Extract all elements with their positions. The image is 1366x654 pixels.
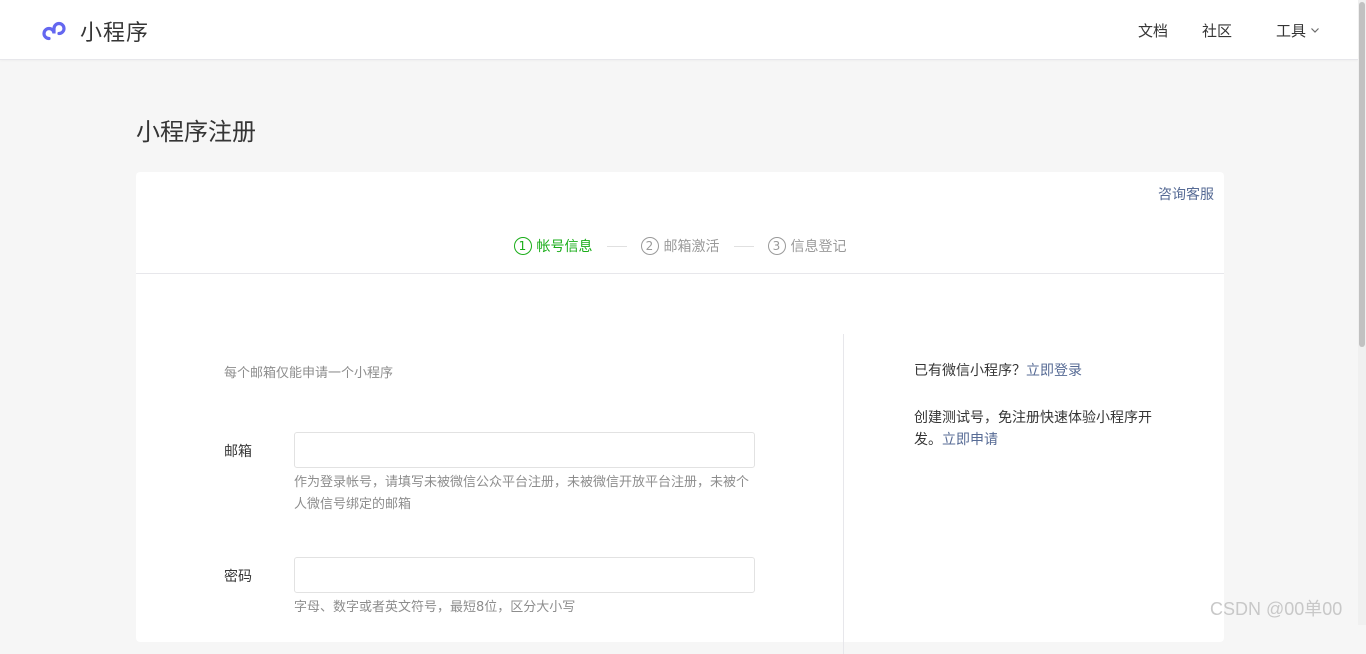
step-label: 邮箱激活 bbox=[663, 239, 720, 255]
step-label: 信息登记 bbox=[790, 239, 847, 255]
vertical-divider bbox=[843, 334, 844, 654]
mini-program-logo-icon bbox=[42, 21, 66, 41]
step-label: 帐号信息 bbox=[536, 239, 593, 255]
password-tip: 字母、数字或者英文符号，最短8位，区分大小写 bbox=[294, 600, 576, 615]
logo-text: 小程序 bbox=[80, 21, 150, 46]
existing-account-text: 已有微信小程序？ bbox=[914, 363, 1026, 379]
step-email-activation: 2 邮箱激活 bbox=[640, 236, 720, 256]
chevron-down-icon bbox=[1311, 28, 1319, 33]
password-input[interactable] bbox=[294, 557, 755, 593]
support-link[interactable]: 咨询客服 bbox=[1158, 184, 1214, 204]
step-separator bbox=[606, 245, 627, 247]
top-navigation-bar: 小程序 文档 社区 工具 bbox=[0, 0, 1358, 60]
email-input[interactable] bbox=[294, 432, 755, 468]
test-account-block: 创建测试号，免注册快速体验小程序开发。立即申请 bbox=[914, 407, 1164, 451]
nav-tools-label: 工具 bbox=[1275, 21, 1306, 40]
apply-link[interactable]: 立即申请 bbox=[942, 432, 998, 448]
registration-card: 咨询客服 1 帐号信息 2 邮箱激活 3 信息登记 每个邮箱仅能申请一个小程序 … bbox=[136, 172, 1224, 654]
email-tip: 作为登录帐号，请填写未被微信公众平台注册，未被微信开放平台注册，未被个人微信号绑… bbox=[294, 475, 750, 512]
top-nav: 文档 社区 工具 bbox=[1138, 0, 1320, 60]
nav-tools[interactable]: 工具 bbox=[1276, 20, 1320, 41]
step-account-info: 1 帐号信息 bbox=[513, 236, 593, 256]
login-link[interactable]: 立即登录 bbox=[1026, 363, 1082, 379]
step-number: 3 bbox=[767, 237, 786, 255]
step-info-registration: 3 信息登记 bbox=[767, 236, 847, 256]
email-label: 邮箱 bbox=[224, 444, 252, 460]
step-indicator: 1 帐号信息 2 邮箱激活 3 信息登记 bbox=[136, 236, 1224, 256]
registration-form: 每个邮箱仅能申请一个小程序 邮箱 作为登录帐号，请填写未被微信公众平台注册，未被… bbox=[136, 274, 843, 642]
scrollbar-thumb[interactable] bbox=[1359, 2, 1365, 347]
step-separator bbox=[733, 245, 754, 247]
side-panel: 已有微信小程序？立即登录 创建测试号，免注册快速体验小程序开发。立即申请 bbox=[914, 360, 1164, 451]
form-hint: 每个邮箱仅能申请一个小程序 bbox=[224, 366, 394, 381]
logo[interactable]: 小程序 bbox=[40, 15, 149, 47]
existing-account-block: 已有微信小程序？立即登录 bbox=[914, 360, 1164, 382]
step-number: 2 bbox=[640, 237, 659, 255]
nav-docs[interactable]: 文档 bbox=[1138, 20, 1168, 41]
step-number: 1 bbox=[513, 237, 532, 255]
password-label: 密码 bbox=[224, 569, 252, 585]
page-title: 小程序注册 bbox=[136, 118, 256, 146]
nav-community[interactable]: 社区 bbox=[1202, 20, 1232, 41]
watermark: CSDN @00单00 bbox=[1210, 599, 1343, 619]
